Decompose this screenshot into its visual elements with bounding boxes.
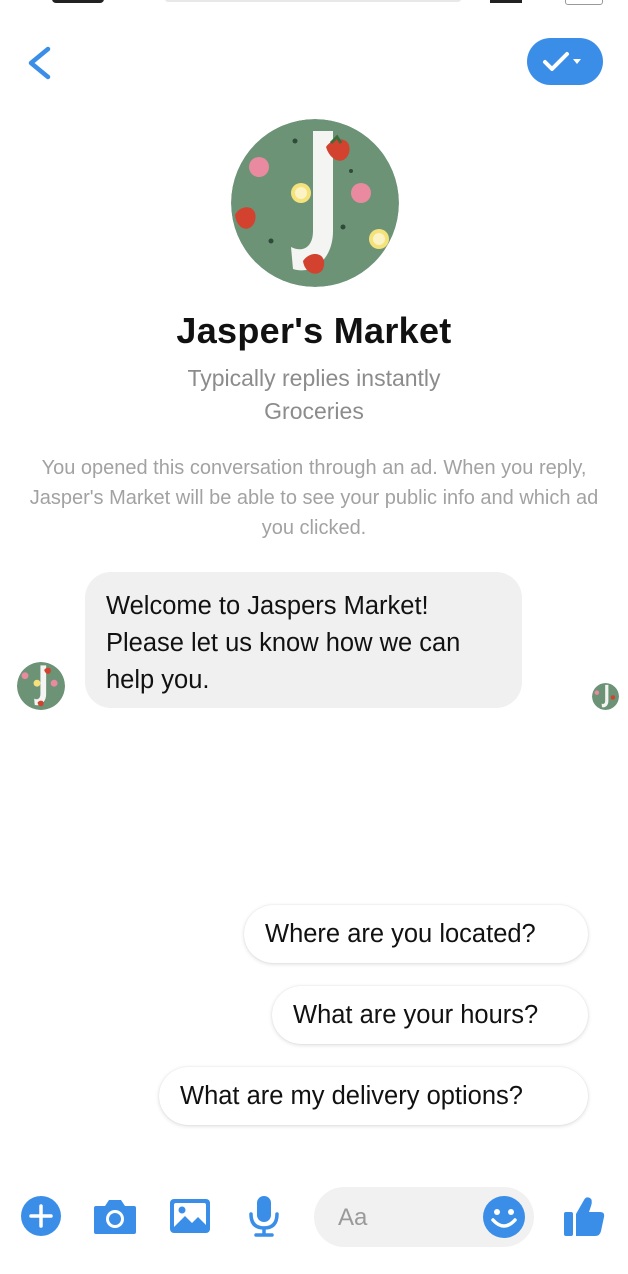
message-input[interactable] — [336, 1187, 480, 1249]
quick-reply-location[interactable]: Where are you located? — [244, 905, 588, 963]
chevron-left-icon — [28, 46, 51, 80]
status-notch — [165, 0, 461, 2]
seen-indicator-avatar — [592, 683, 619, 710]
voice-button[interactable] — [238, 1180, 290, 1252]
thumbs-up-icon — [564, 1197, 605, 1236]
status-time — [52, 0, 104, 3]
microphone-icon — [249, 1196, 279, 1237]
quick-reply-hours[interactable]: What are your hours? — [272, 986, 588, 1044]
manage-conversation-button[interactable] — [527, 38, 603, 85]
jaspers-market-logo-icon — [231, 119, 399, 287]
business-avatar — [231, 119, 399, 287]
image-icon — [170, 1199, 210, 1233]
emoji-button[interactable] — [482, 1195, 526, 1239]
response-time: Typically replies instantly — [187, 365, 441, 391]
message-line: help you. — [106, 666, 210, 694]
business-name: Jasper's Market — [176, 310, 452, 351]
sender-avatar — [17, 662, 65, 710]
composer-bar — [0, 1180, 628, 1252]
ad-notice: You opened this conversation through an … — [29, 457, 599, 539]
message-bubble: Welcome to Jaspers Market! Please let us… — [85, 572, 522, 708]
business-category: Groceries — [264, 398, 364, 424]
battery-icon — [565, 0, 603, 5]
status-bar — [0, 0, 628, 6]
plus-icon — [21, 1196, 61, 1236]
gallery-button[interactable] — [164, 1180, 216, 1252]
quick-reply-delivery[interactable]: What are my delivery options? — [159, 1067, 588, 1125]
camera-icon — [94, 1200, 136, 1234]
check-dropdown-icon — [543, 52, 581, 71]
jaspers-market-logo-icon — [17, 662, 65, 710]
signal-icon — [490, 0, 522, 3]
emoji-icon — [483, 1196, 525, 1238]
camera-button[interactable] — [89, 1180, 141, 1252]
back-button[interactable] — [20, 40, 60, 86]
jaspers-market-logo-icon — [592, 683, 619, 710]
like-button[interactable] — [558, 1180, 610, 1252]
message-line: Please let us know how we can — [106, 629, 461, 657]
message-line: Welcome to Jaspers Market! — [106, 592, 429, 620]
add-button[interactable] — [15, 1180, 67, 1252]
